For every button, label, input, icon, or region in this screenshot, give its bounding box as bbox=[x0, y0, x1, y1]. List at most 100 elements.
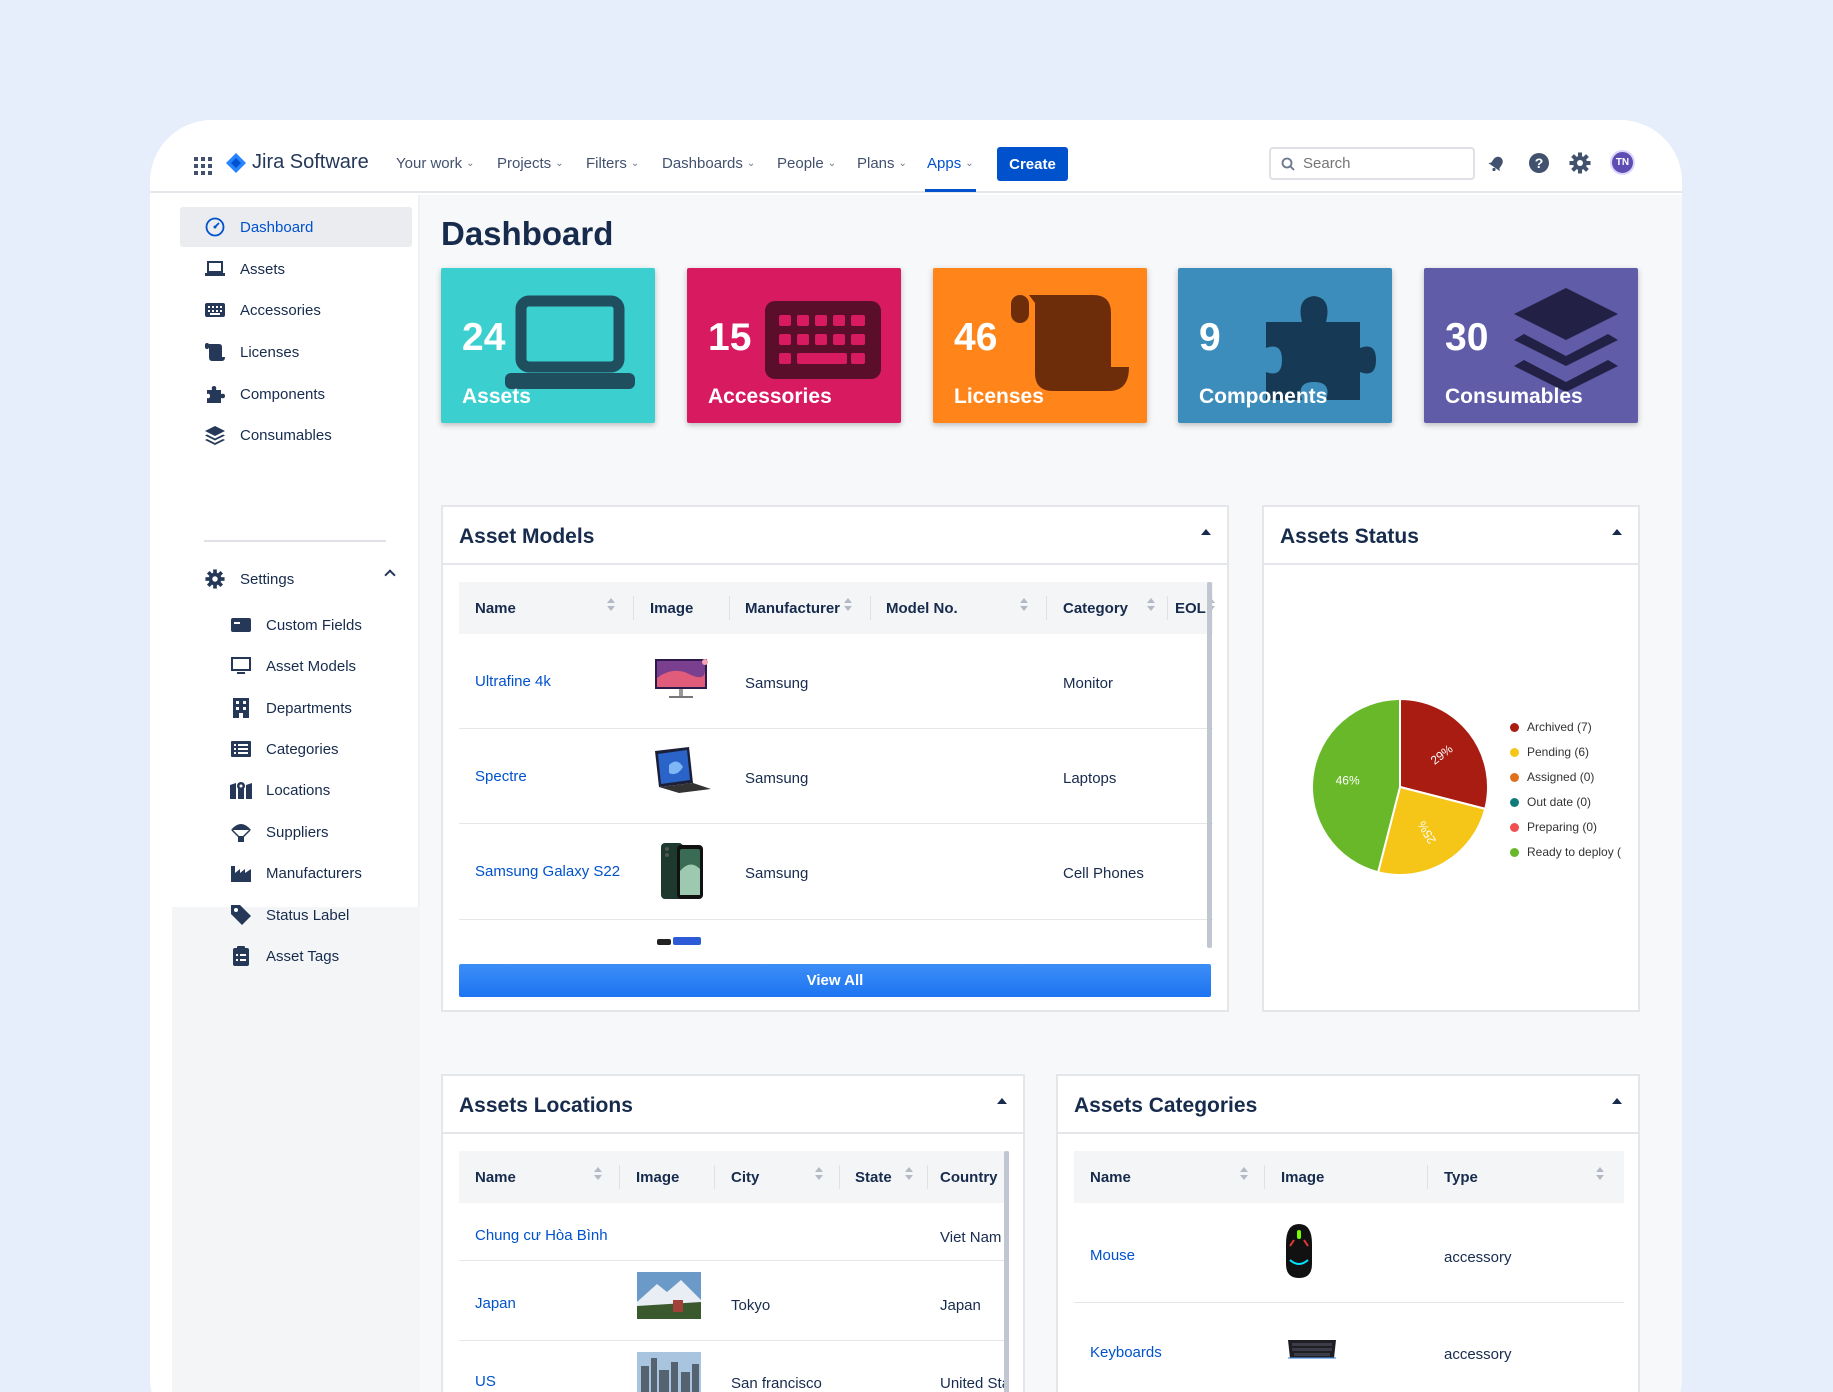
help-button[interactable]: ? bbox=[1526, 150, 1552, 176]
sidebar-item-dashboard[interactable]: Dashboard bbox=[180, 207, 412, 247]
collapse-icon[interactable] bbox=[1201, 529, 1211, 535]
nav-your-work[interactable]: Your work ⌄ bbox=[396, 155, 475, 172]
table-cell-name-link[interactable]: Mouse bbox=[1090, 1247, 1135, 1264]
chevron-down-icon: ⌄ bbox=[555, 158, 564, 169]
legend-item-ready-to-deploy[interactable]: Ready to deploy ( bbox=[1510, 845, 1621, 859]
search-field[interactable] bbox=[1269, 147, 1475, 180]
sidebar-item-components[interactable]: Components bbox=[180, 374, 412, 414]
collapse-icon[interactable] bbox=[1612, 529, 1622, 535]
table-cell-name-link[interactable]: US bbox=[475, 1373, 496, 1390]
stat-card-licenses[interactable]: 46 Licenses bbox=[933, 268, 1147, 423]
sort-icon[interactable] bbox=[1020, 598, 1028, 612]
location-image bbox=[637, 1272, 701, 1319]
column-header-eol[interactable]: EOL bbox=[1175, 600, 1206, 617]
search-input[interactable] bbox=[1303, 155, 1453, 172]
sort-icon[interactable] bbox=[905, 1167, 913, 1181]
table-cell-name-link[interactable]: Ultrafine 4k bbox=[475, 673, 551, 690]
sort-icon[interactable] bbox=[844, 598, 852, 612]
column-header-name[interactable]: Name bbox=[475, 600, 516, 617]
sidebar-item-status-label[interactable]: Status Label bbox=[180, 895, 412, 935]
stat-card-components[interactable]: 9 Components bbox=[1178, 268, 1392, 423]
table-header: Name Image Manufacturer Model No. Catego… bbox=[459, 582, 1215, 634]
sidebar-item-licenses[interactable]: Licenses bbox=[180, 332, 412, 372]
column-header-category[interactable]: Category bbox=[1063, 600, 1128, 617]
table-cell-name-link[interactable]: Keyboards bbox=[1090, 1344, 1162, 1361]
table-cell-category: Laptops bbox=[1063, 770, 1117, 787]
table-cell-city: San francisco bbox=[731, 1375, 822, 1392]
sidebar-item-asset-models[interactable]: Asset Models bbox=[180, 646, 412, 686]
column-header-country[interactable]: Country bbox=[940, 1169, 998, 1186]
table-cell-type: accessory bbox=[1444, 1249, 1512, 1266]
table-cell-city: Tokyo bbox=[731, 1297, 771, 1314]
column-header-manufacturer[interactable]: Manufacturer bbox=[745, 600, 840, 617]
avatar[interactable]: TN bbox=[1610, 150, 1635, 175]
sidebar-item-asset-tags[interactable]: Asset Tags bbox=[180, 936, 412, 976]
legend-item-pending[interactable]: Pending (6) bbox=[1510, 745, 1589, 759]
sidebar-item-assets[interactable]: Assets bbox=[180, 249, 412, 289]
sort-icon[interactable] bbox=[607, 598, 615, 612]
stat-card-accessories[interactable]: 15 Accessories bbox=[687, 268, 901, 423]
sort-icon[interactable] bbox=[1147, 598, 1155, 612]
notifications-button[interactable] bbox=[1484, 150, 1510, 176]
collapse-icon[interactable] bbox=[1612, 1098, 1622, 1104]
nav-label: Projects bbox=[497, 155, 552, 172]
column-header-name[interactable]: Name bbox=[1090, 1169, 1131, 1186]
create-button[interactable]: Create bbox=[997, 147, 1068, 181]
nav-people[interactable]: People ⌄ bbox=[777, 155, 836, 172]
sidebar-item-label: Status Label bbox=[266, 906, 350, 924]
chevron-up-icon[interactable] bbox=[384, 569, 396, 581]
sidebar-item-departments[interactable]: Departments bbox=[180, 688, 412, 728]
legend-item-preparing[interactable]: Preparing (0) bbox=[1510, 820, 1597, 834]
sidebar-item-label: Asset Tags bbox=[266, 947, 340, 965]
stat-card-consumables[interactable]: 30 Consumables bbox=[1424, 268, 1638, 423]
jira-logo-icon bbox=[226, 152, 246, 173]
sidebar-item-accessories[interactable]: Accessories bbox=[180, 290, 412, 330]
sort-icon[interactable] bbox=[594, 1167, 602, 1181]
column-divider bbox=[714, 1165, 715, 1189]
chevron-down-icon: ⌄ bbox=[965, 158, 974, 169]
sidebar-item-custom-fields[interactable]: Custom Fields bbox=[180, 605, 412, 645]
nav-plans[interactable]: Plans ⌄ bbox=[857, 155, 907, 172]
table-cell-name-link[interactable]: Samsung Galaxy S22 bbox=[475, 863, 620, 880]
column-divider bbox=[1046, 596, 1047, 620]
sidebar-item-locations[interactable]: Locations bbox=[180, 770, 412, 810]
table-cell-name-link[interactable]: Japan bbox=[475, 1295, 516, 1312]
column-header-type[interactable]: Type bbox=[1444, 1169, 1478, 1186]
nav-projects[interactable]: Projects ⌄ bbox=[497, 155, 564, 172]
table-scrollbar[interactable] bbox=[1004, 1151, 1009, 1392]
sort-icon[interactable] bbox=[815, 1167, 823, 1181]
panel-title: Asset Models bbox=[459, 525, 595, 548]
column-header-name[interactable]: Name bbox=[475, 1169, 516, 1186]
sidebar-item-settings[interactable]: Settings bbox=[180, 559, 412, 599]
settings-button[interactable] bbox=[1567, 150, 1593, 176]
sidebar-item-suppliers[interactable]: Suppliers bbox=[180, 812, 412, 852]
legend-item-archived[interactable]: Archived (7) bbox=[1510, 720, 1592, 734]
table-cell-name-link[interactable]: Chung cư Hòa Bình bbox=[475, 1227, 608, 1244]
nav-filters[interactable]: Filters ⌄ bbox=[586, 155, 639, 172]
table-cell-name-link[interactable]: Spectre bbox=[475, 768, 527, 785]
sidebar-item-consumables[interactable]: Consumables bbox=[180, 415, 412, 455]
view-all-button[interactable]: View All bbox=[459, 964, 1211, 997]
nav-dashboards[interactable]: Dashboards ⌄ bbox=[662, 155, 755, 172]
stat-count: 9 bbox=[1199, 316, 1221, 359]
building-icon bbox=[230, 697, 252, 719]
sidebar-item-categories[interactable]: Categories bbox=[180, 729, 412, 769]
column-divider bbox=[633, 596, 634, 620]
nav-apps[interactable]: Apps ⌄ bbox=[927, 155, 974, 172]
stat-card-assets[interactable]: 24 Assets bbox=[441, 268, 655, 423]
app-switcher-icon[interactable] bbox=[194, 157, 212, 175]
stat-count: 24 bbox=[462, 316, 506, 359]
column-header-state[interactable]: State bbox=[855, 1169, 892, 1186]
column-header-city[interactable]: City bbox=[731, 1169, 759, 1186]
table-scrollbar[interactable] bbox=[1207, 582, 1212, 948]
legend-item-assigned[interactable]: Assigned (0) bbox=[1510, 770, 1594, 784]
sort-icon[interactable] bbox=[1596, 1167, 1604, 1181]
collapse-icon[interactable] bbox=[997, 1098, 1007, 1104]
sort-icon[interactable] bbox=[1240, 1167, 1248, 1181]
column-header-model-no[interactable]: Model No. bbox=[886, 600, 958, 617]
legend-item-out-date[interactable]: Out date (0) bbox=[1510, 795, 1591, 809]
jira-logo[interactable]: Jira Software bbox=[226, 151, 369, 174]
sidebar-item-label: Assets bbox=[240, 260, 286, 278]
row-divider bbox=[1074, 1302, 1624, 1303]
sidebar-item-manufacturers[interactable]: Manufacturers bbox=[180, 853, 412, 893]
